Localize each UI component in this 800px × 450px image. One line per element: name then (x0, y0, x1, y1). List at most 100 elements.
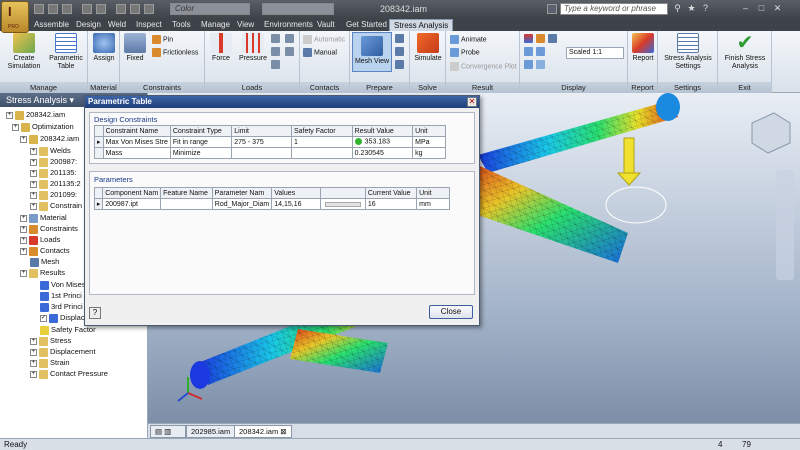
expand-icon[interactable]: + (30, 158, 37, 166)
tree-node[interactable]: +201099: (30, 190, 77, 200)
table-cell[interactable]: 200987.ipt (102, 198, 162, 210)
tree-node[interactable]: + Results (20, 268, 65, 278)
expand-icon[interactable]: + (30, 180, 37, 188)
table-cell[interactable]: Mass (102, 147, 171, 159)
table-cell[interactable] (231, 147, 292, 159)
minimize-icon[interactable]: – (740, 3, 751, 14)
table-cell[interactable]: 16 (364, 198, 418, 210)
frictionless-button[interactable]: Frictionless (152, 48, 198, 59)
close-button[interactable]: Close (429, 305, 473, 319)
tab-design[interactable]: Design (72, 19, 105, 31)
remote-force-button[interactable] (285, 34, 296, 45)
expand-icon[interactable]: + (20, 247, 27, 255)
tab-environments[interactable]: Environments (260, 19, 317, 31)
scale-combo[interactable]: Scaled 1:1 (566, 47, 624, 59)
tree-node[interactable]: +201135: (30, 168, 77, 178)
save-icon[interactable] (62, 4, 72, 14)
tree-node[interactable]: Von Mises (40, 280, 86, 290)
expand-icon[interactable]: + (30, 370, 37, 378)
gravity-button[interactable] (271, 60, 282, 71)
document-tab-active[interactable]: 208342.iam ⊠ (234, 425, 292, 438)
tree-node[interactable]: Mesh (30, 257, 59, 267)
expand-icon[interactable]: + (30, 169, 37, 177)
tab-layout-controls[interactable]: ▤ ▥ (150, 425, 186, 438)
search-input[interactable]: Type a keyword or phrase (560, 3, 668, 15)
tab-view[interactable]: View (233, 19, 258, 31)
tree-node[interactable]: +200987: (30, 157, 77, 167)
mesh-view-button[interactable]: Mesh View (352, 32, 392, 72)
finish-stress-analysis-button[interactable]: ✔ Finish Stress Analysis (720, 33, 770, 71)
tab-vault[interactable]: Vault (313, 19, 339, 31)
shaded-button[interactable] (524, 47, 535, 58)
tree-node[interactable]: + Constrain (30, 201, 82, 211)
help-button[interactable]: ? (89, 307, 101, 319)
update-icon[interactable] (144, 4, 154, 14)
table-cell[interactable]: Minimize (169, 147, 233, 159)
tree-node[interactable]: + Material (20, 213, 67, 223)
table-cell[interactable]: 14,15,16 (271, 198, 321, 210)
select-icon[interactable] (130, 4, 140, 14)
expand-icon[interactable]: + (20, 214, 27, 222)
expand-icon[interactable]: + (30, 202, 37, 210)
tab-assemble[interactable]: Assemble (30, 19, 73, 31)
tree-node[interactable]: 1st Princi (40, 291, 82, 301)
min-max-button[interactable] (536, 34, 547, 45)
binoculars-icon[interactable] (547, 4, 557, 14)
expand-icon[interactable]: + (30, 191, 37, 199)
probe-labels-button[interactable] (524, 60, 535, 71)
force-button[interactable]: Force (207, 33, 235, 63)
table-cell[interactable]: 275 - 375 (231, 136, 292, 148)
tab-inspect[interactable]: Inspect (132, 19, 166, 31)
convergence-settings-button[interactable] (395, 60, 406, 71)
table-cell[interactable] (160, 198, 213, 210)
expand-icon[interactable]: + (20, 269, 27, 277)
table-cell[interactable]: Rod_Major_Diam (211, 198, 273, 210)
expand-icon[interactable]: + (20, 135, 27, 143)
search-icon[interactable]: ⚲ (672, 3, 683, 14)
viewcube[interactable] (751, 112, 791, 154)
stress-analysis-settings-button[interactable]: Stress Analysis Settings (660, 33, 716, 71)
mesh-display-button[interactable] (536, 47, 547, 58)
tab-get-started[interactable]: Get Started (342, 19, 391, 31)
maximize-icon[interactable]: □ (756, 3, 767, 14)
tab-manage[interactable]: Manage (197, 19, 234, 31)
fixed-button[interactable]: Fixed (122, 33, 148, 63)
tree-node[interactable]: + Stress (30, 336, 71, 346)
color-bar-button[interactable] (524, 34, 535, 45)
table-row[interactable]: Mass Minimize 0.230545 kg (94, 147, 446, 159)
create-simulation-button[interactable]: Create Simulation (4, 33, 44, 71)
tree-node[interactable]: +208342.iam (20, 134, 79, 144)
local-mesh-button[interactable] (395, 47, 406, 58)
tree-node[interactable]: 3rd Princi (40, 302, 83, 312)
table-row[interactable]: ▸ Max Von Mises Stre Fit in range 275 - … (94, 136, 446, 148)
pressure-button[interactable]: Pressure (237, 33, 269, 63)
expand-icon[interactable]: + (12, 123, 19, 131)
tree-node[interactable]: Safety Factor (40, 325, 96, 335)
table-cell[interactable]: Fit in range (169, 136, 233, 148)
animate-button[interactable]: Animate (450, 35, 487, 46)
tree-node[interactable]: + Contact Pressure (30, 369, 108, 379)
automatic-button[interactable]: Automatic (303, 35, 345, 46)
tree-node[interactable]: + Welds (30, 146, 71, 156)
boundary-conditions-button[interactable] (548, 34, 559, 45)
probe-button[interactable]: Probe (450, 48, 480, 59)
tab-tools[interactable]: Tools (168, 19, 195, 31)
convergence-plot-button[interactable]: Convergence Plot (450, 62, 517, 73)
design-view-combo[interactable] (262, 3, 334, 15)
undo-icon[interactable] (82, 4, 92, 14)
parametric-table-button[interactable]: Parametric Table (46, 33, 86, 71)
tree-node[interactable]: ✓ Displac (40, 313, 85, 323)
tree-node[interactable]: + Contacts (20, 246, 70, 256)
bearing-load-button[interactable] (271, 34, 282, 45)
dialog-close-icon[interactable]: ✕ (467, 97, 477, 107)
close-icon[interactable]: ✕ (772, 3, 783, 14)
table-cell[interactable] (290, 147, 353, 159)
tree-node[interactable]: + Strain (30, 358, 70, 368)
moment-button[interactable] (271, 47, 282, 58)
expand-icon[interactable]: + (30, 359, 37, 367)
document-tab[interactable]: 202985.iam (186, 425, 236, 438)
return-icon[interactable] (116, 4, 126, 14)
value-slider[interactable] (319, 198, 366, 210)
expand-icon[interactable]: + (6, 111, 13, 119)
tree-node[interactable]: +201135:2 (30, 179, 81, 189)
